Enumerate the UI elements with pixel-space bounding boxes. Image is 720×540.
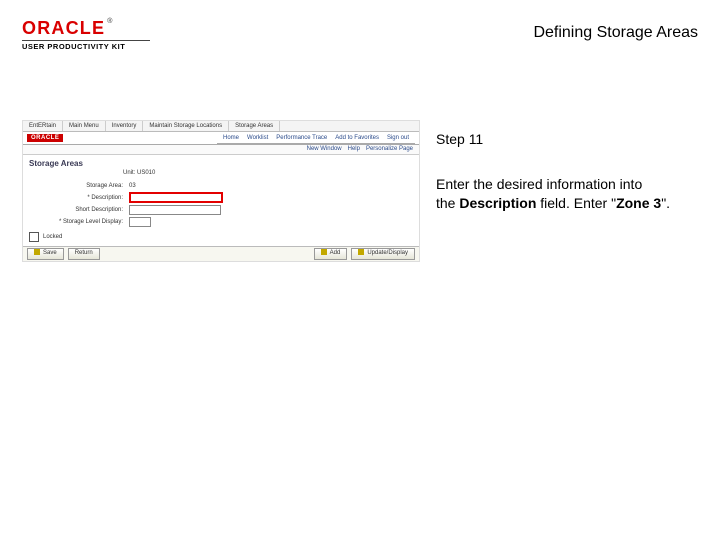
page-title: Defining Storage Areas [533, 24, 698, 42]
instruction-line-1: Enter the desired information into [436, 175, 686, 194]
brand-word: ORACLE [22, 18, 105, 38]
add-button[interactable]: Add [314, 248, 348, 260]
instr-bold-2: Zone 3 [616, 195, 661, 211]
tab-maintain[interactable]: Maintain Storage Locations [143, 121, 229, 131]
link-sign-out[interactable]: Sign out [387, 133, 409, 143]
app-brand: ORACLE [27, 134, 63, 142]
add-icon [321, 249, 327, 255]
description-input[interactable] [129, 192, 223, 203]
description-label: * Description: [29, 195, 129, 201]
update-icon [358, 249, 364, 255]
brand-subtitle: USER PRODUCTIVITY KIT [22, 42, 150, 51]
display-label: * Storage Level Display: [29, 219, 129, 225]
section-title: Storage Areas [23, 155, 419, 170]
instr-mid: field. Enter " [536, 195, 616, 211]
link-new-window[interactable]: New Window [307, 145, 342, 154]
tab-storage-areas[interactable]: Storage Areas [229, 121, 280, 131]
update-button[interactable]: Update/Display [351, 248, 415, 260]
link-home[interactable]: Home [223, 133, 239, 143]
tab-entertain[interactable]: EntERtain [23, 121, 63, 131]
link-worklist[interactable]: Worklist [247, 133, 268, 143]
storage-area-label: Storage Area: [29, 183, 129, 189]
app-screenshot: EntERtain Main Menu Inventory Maintain S… [22, 120, 420, 262]
save-button[interactable]: Save [27, 248, 64, 260]
brand-logo: ORACLE® USER PRODUCTIVITY KIT [22, 18, 150, 51]
save-button-label: Save [43, 250, 57, 256]
link-help[interactable]: Help [348, 145, 360, 154]
short-desc-label: Short Description: [29, 207, 129, 213]
form: Storage Area: 03 * Description: Short De… [23, 180, 419, 227]
storage-area-value: 03 [129, 183, 136, 189]
add-button-label: Add [330, 250, 341, 256]
instr-post: ". [661, 195, 670, 211]
instruction-line-2: the Description field. Enter "Zone 3". [436, 194, 686, 213]
trademark: ® [107, 18, 112, 25]
save-icon [34, 249, 40, 255]
unit-label: Unit: US010 [23, 170, 419, 180]
breadcrumb-tabs: EntERtain Main Menu Inventory Maintain S… [23, 121, 419, 132]
step-label: Step 11 [436, 130, 686, 149]
return-button-label: Return [75, 250, 93, 256]
tab-inventory[interactable]: Inventory [106, 121, 144, 131]
link-personalize[interactable]: Personalize Page [366, 145, 413, 154]
update-button-label: Update/Display [367, 250, 408, 256]
tab-main-menu[interactable]: Main Menu [63, 121, 106, 131]
return-button[interactable]: Return [68, 248, 100, 260]
link-add-fav[interactable]: Add to Favorites [335, 133, 379, 143]
locked-checkbox[interactable] [29, 232, 39, 242]
short-desc-input[interactable] [129, 205, 221, 215]
link-perf-trace[interactable]: Performance Trace [276, 133, 327, 143]
instr-pre: the [436, 195, 459, 211]
locked-label: Locked [43, 234, 62, 240]
instr-bold-1: Description [459, 195, 536, 211]
brand-rule [22, 40, 150, 41]
display-select[interactable] [129, 217, 151, 227]
instructions: Step 11 Enter the desired information in… [436, 130, 686, 213]
